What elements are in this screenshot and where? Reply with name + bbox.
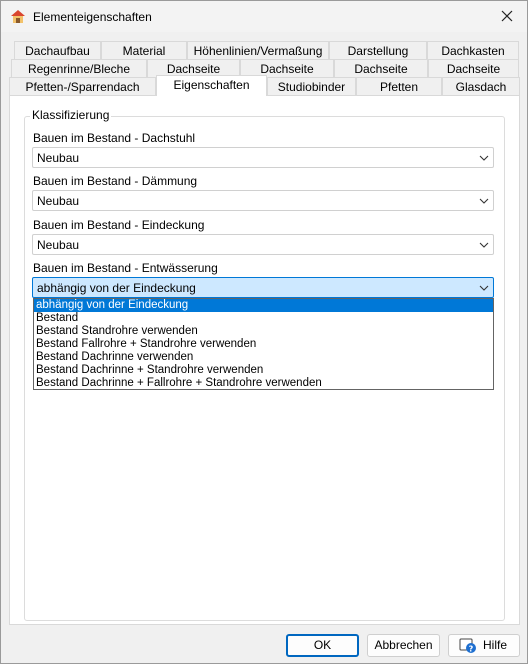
label-eindeckung: Bauen im Bestand - Eindeckung bbox=[33, 218, 205, 232]
chevron-down-icon bbox=[479, 285, 489, 291]
window-title: Elementeigenschaften bbox=[33, 10, 152, 24]
close-button[interactable] bbox=[487, 1, 527, 31]
dropdown-option[interactable]: Bestand Standrohre verwenden bbox=[34, 325, 493, 338]
group-label: Klassifizierung bbox=[30, 108, 112, 122]
svg-text:?: ? bbox=[469, 645, 474, 654]
cancel-button[interactable]: Abbrechen bbox=[367, 634, 440, 657]
dropdown-option[interactable]: Bestand bbox=[34, 312, 493, 325]
dialog-window: Elementeigenschaften Dachaufbau Material… bbox=[0, 0, 528, 664]
combo-value: abhängig von der Eindeckung bbox=[37, 281, 196, 295]
tab-dachkasten[interactable]: Dachkasten bbox=[427, 41, 519, 60]
tab-darstellung[interactable]: Darstellung bbox=[329, 41, 427, 60]
tab-studiobinder[interactable]: Studiobinder bbox=[267, 77, 356, 96]
help-label: Hilfe bbox=[482, 638, 507, 652]
chevron-down-icon bbox=[479, 242, 489, 248]
chevron-down-icon bbox=[479, 198, 489, 204]
tab-dachseite-3[interactable]: Dachseite bbox=[334, 59, 428, 78]
dropdown-option[interactable]: Bestand Dachrinne + Standrohre verwenden bbox=[34, 364, 493, 377]
roof-app-icon bbox=[10, 9, 26, 25]
ok-button[interactable]: OK bbox=[286, 634, 359, 657]
label-dachstuhl: Bauen im Bestand - Dachstuhl bbox=[33, 131, 196, 145]
combo-eindeckung[interactable]: Neubau bbox=[32, 234, 494, 255]
combo-daemmung[interactable]: Neubau bbox=[32, 190, 494, 211]
tab-pfetten[interactable]: Pfetten bbox=[356, 77, 442, 96]
tab-eigenschaften[interactable]: Eigenschaften bbox=[156, 75, 267, 96]
dropdown-option[interactable]: Bestand Dachrinne verwenden bbox=[34, 351, 493, 364]
combo-value: Neubau bbox=[37, 194, 80, 208]
tab-hoehenlinien[interactable]: Höhenlinien/Vermaßung bbox=[187, 41, 329, 60]
label-entwaesserung: Bauen im Bestand - Entwässerung bbox=[33, 261, 218, 275]
combo-dachstuhl[interactable]: Neubau bbox=[32, 147, 494, 168]
tab-dachaufbau[interactable]: Dachaufbau bbox=[14, 41, 101, 60]
help-icon: ? bbox=[459, 637, 477, 654]
close-icon bbox=[501, 10, 513, 22]
combo-value: Neubau bbox=[37, 151, 80, 165]
combo-entwaesserung[interactable]: abhängig von der Eindeckung bbox=[32, 277, 494, 298]
help-button[interactable]: ? Hilfe bbox=[448, 634, 520, 657]
label-daemmung: Bauen im Bestand - Dämmung bbox=[33, 174, 198, 188]
chevron-down-icon bbox=[479, 155, 489, 161]
tab-regenrinne[interactable]: Regenrinne/Bleche bbox=[11, 59, 147, 78]
tab-glasdach[interactable]: Glasdach bbox=[442, 77, 520, 96]
tab-material[interactable]: Material bbox=[101, 41, 187, 60]
combo-value: Neubau bbox=[37, 238, 80, 252]
title-bar: Elementeigenschaften bbox=[1, 1, 527, 32]
dropdown-option[interactable]: Bestand Fallrohre + Standrohre verwenden bbox=[34, 338, 493, 351]
dropdown-list: abhängig von der Eindeckung Bestand Best… bbox=[33, 298, 494, 390]
tab-dachseite-4[interactable]: Dachseite bbox=[428, 59, 519, 78]
dropdown-option[interactable]: Bestand Dachrinne + Fallrohre + Standroh… bbox=[34, 377, 493, 390]
dropdown-option[interactable]: abhängig von der Eindeckung bbox=[34, 299, 493, 312]
tab-pfetten-sparrendach[interactable]: Pfetten-/Sparrendach bbox=[9, 77, 156, 96]
